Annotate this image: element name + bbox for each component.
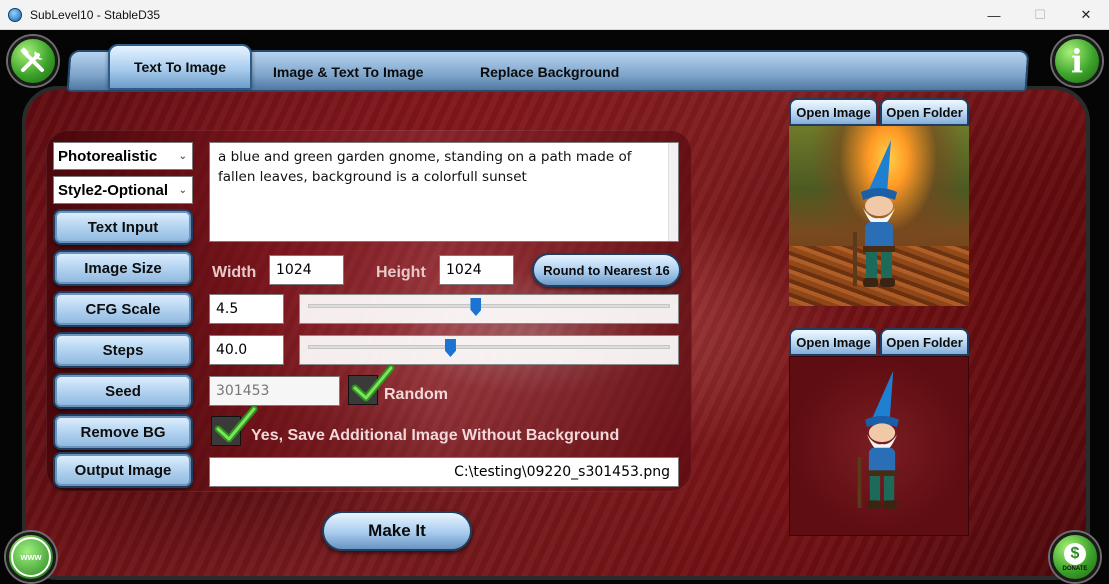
style2-select[interactable]: Style2-Optional ⌄	[53, 176, 193, 204]
output-image-button[interactable]: Output Image	[53, 452, 193, 488]
steps-slider-track	[308, 345, 670, 349]
output-path-field[interactable]: C:\testing\09220_s301453.png	[209, 457, 679, 487]
open-image-button-1[interactable]: Open Image	[789, 98, 878, 126]
cfg-scale-button[interactable]: CFG Scale	[53, 291, 193, 327]
open-folder-button-2[interactable]: Open Folder	[880, 328, 969, 356]
chevron-down-icon: ⌄	[178, 151, 187, 162]
make-it-button[interactable]: Make It	[322, 511, 472, 551]
round-nearest-16-button[interactable]: Round to Nearest 16	[532, 253, 681, 287]
window-title: SubLevel10 - StableD35	[30, 7, 161, 22]
width-label: Width	[212, 264, 257, 281]
height-input[interactable]: 1024	[439, 255, 514, 285]
remove-bg-label: Yes, Save Additional Image Without Backg…	[251, 427, 620, 444]
random-checkbox[interactable]	[348, 364, 395, 405]
steps-button[interactable]: Steps	[53, 332, 193, 368]
app-icon	[8, 7, 22, 22]
tab-image-text-to-image[interactable]: Image & Text To Image	[273, 64, 423, 80]
prompt-text: a blue and green garden gnome, standing …	[218, 149, 632, 185]
height-label: Height	[376, 264, 426, 281]
gnome-image	[853, 140, 897, 287]
style1-value: Photorealistic	[58, 147, 158, 165]
window-titlebar: SubLevel10 - StableD35 — ☐ ✕	[0, 0, 1109, 30]
chevron-down-icon: ⌄	[178, 185, 187, 196]
dollar-icon: $	[1063, 542, 1086, 565]
tab-text-to-image[interactable]: Text To Image	[108, 44, 252, 90]
cfg-slider-track	[308, 304, 670, 308]
donate-label: DONATE	[1062, 565, 1088, 572]
website-button[interactable]: www	[6, 532, 56, 582]
style2-value: Style2-Optional	[58, 181, 169, 199]
maximize-button[interactable]: ☐	[1017, 0, 1063, 30]
remove-bg-button[interactable]: Remove BG	[53, 414, 193, 450]
no-background-image-preview	[789, 356, 969, 536]
close-button[interactable]: ✕	[1063, 0, 1109, 30]
style1-select[interactable]: Photorealistic ⌄	[53, 142, 193, 170]
remove-bg-checkbox[interactable]	[211, 405, 258, 446]
random-label: Random	[384, 386, 448, 403]
cfg-slider[interactable]	[299, 294, 679, 324]
www-label: www	[20, 552, 42, 562]
cfg-slider-thumb[interactable]	[470, 298, 482, 316]
prompt-textarea[interactable]: a blue and green garden gnome, standing …	[209, 142, 679, 242]
donate-button[interactable]: $ DONATE	[1050, 532, 1100, 582]
info-icon: i	[1070, 42, 1084, 80]
generated-image-preview	[789, 126, 969, 306]
seed-button[interactable]: Seed	[53, 373, 193, 409]
open-image-button-2[interactable]: Open Image	[789, 328, 878, 356]
open-folder-button-1[interactable]: Open Folder	[880, 98, 969, 126]
tools-icon	[20, 47, 44, 72]
width-input[interactable]: 1024	[269, 255, 344, 285]
steps-slider-thumb[interactable]	[444, 339, 456, 357]
text-input-button[interactable]: Text Input	[53, 209, 193, 245]
image-size-button[interactable]: Image Size	[53, 250, 193, 286]
globe-icon: www	[11, 537, 51, 577]
gnome-image-no-bg	[857, 370, 899, 509]
info-button[interactable]: i	[1052, 36, 1102, 86]
minimize-button[interactable]: —	[971, 0, 1017, 30]
donate-icon: $ DONATE	[1062, 542, 1088, 572]
steps-input[interactable]: 40.0	[209, 335, 284, 365]
cfg-input[interactable]: 4.5	[209, 294, 284, 324]
tools-button[interactable]	[8, 36, 58, 86]
prompt-scrollbar[interactable]	[668, 143, 678, 241]
steps-slider[interactable]	[299, 335, 679, 365]
tab-replace-background[interactable]: Replace Background	[480, 64, 619, 80]
window-controls: — ☐ ✕	[971, 0, 1109, 30]
seed-input[interactable]: 301453	[209, 376, 340, 406]
